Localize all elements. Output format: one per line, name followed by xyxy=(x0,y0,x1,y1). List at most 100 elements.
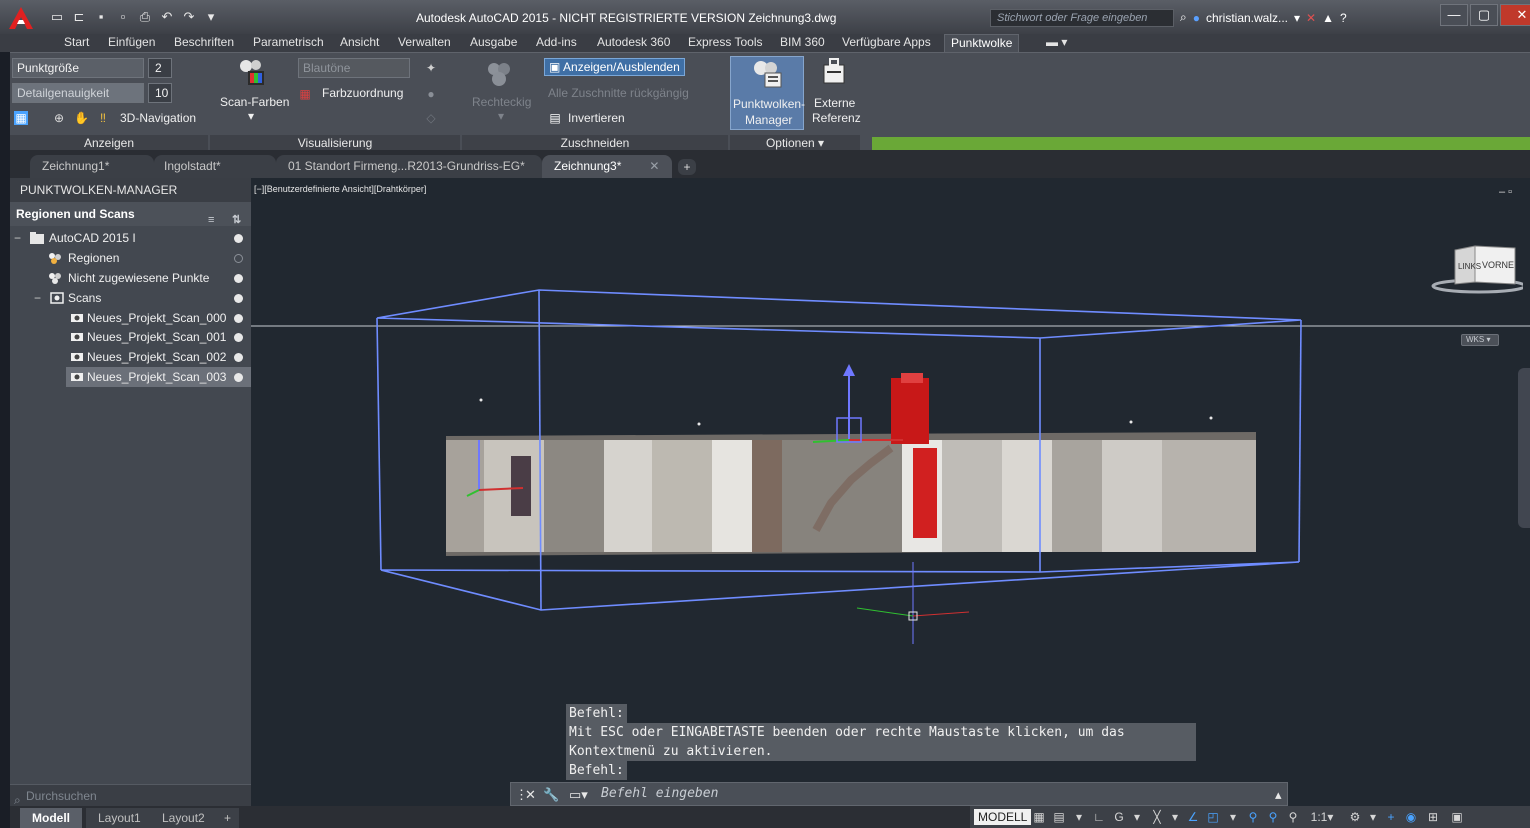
autocad-logo-icon[interactable] xyxy=(8,6,34,30)
doc-tab-zeichnung1[interactable]: Zeichnung1* xyxy=(30,155,154,178)
sphere-icon[interactable]: ● xyxy=(424,87,438,101)
tree-item-unassigned[interactable]: Nicht zugewiesene Punkte xyxy=(10,268,251,288)
visibility-dot-icon[interactable] xyxy=(234,274,243,283)
tree-item-regionen[interactable]: Regionen xyxy=(10,248,251,268)
new-tab-icon[interactable]: + xyxy=(678,159,696,175)
history-expand-icon[interactable]: ▴ xyxy=(1275,787,1282,803)
tab-start[interactable]: Start xyxy=(64,35,89,49)
grid-icon[interactable]: ▦ xyxy=(1032,810,1046,824)
snap-icon[interactable]: ▤ xyxy=(1052,810,1066,824)
open-file-icon[interactable]: ⊏ xyxy=(72,10,86,24)
help-icon[interactable]: ? xyxy=(1340,11,1347,25)
user-dropdown-icon[interactable]: ▾ xyxy=(1294,11,1300,25)
navigation-icon[interactable]: ‼ xyxy=(96,111,110,125)
externe-label-2[interactable]: Referenz xyxy=(812,111,861,125)
anzeigen-ausblenden-button[interactable]: ▣ Anzeigen/Ausblenden xyxy=(544,58,685,76)
redo-icon[interactable]: ↷ xyxy=(182,10,196,24)
polar-icon[interactable]: G xyxy=(1112,810,1126,824)
scan-colors-icon[interactable] xyxy=(236,57,268,87)
layout-tab-layout2[interactable]: Layout2 xyxy=(150,808,217,828)
detail-field[interactable]: 10 xyxy=(148,83,172,103)
tab-beschriften[interactable]: Beschriften xyxy=(174,35,234,49)
farbzuordnung-button[interactable]: Farbzuordnung xyxy=(322,86,403,100)
panel-title-optionen[interactable]: Optionen ▾ xyxy=(730,135,860,151)
tab-parametrisch[interactable]: Parametrisch xyxy=(253,35,324,49)
tab-autodesk-360[interactable]: Autodesk 360 xyxy=(597,35,670,49)
customize-wrench-icon[interactable]: 🔧 xyxy=(543,787,559,803)
close-icon[interactable]: ✕ xyxy=(525,787,536,803)
rechteckig-dropdown-icon[interactable]: ▾ xyxy=(498,109,504,123)
save-icon[interactable]: ▪ xyxy=(94,10,108,24)
tab-add-ins[interactable]: Add-ins xyxy=(536,35,577,49)
new-file-icon[interactable]: ▭ xyxy=(50,10,64,24)
annotation-visibility-icon[interactable]: ⚲ xyxy=(1246,810,1260,824)
tree-item-scan-001[interactable]: Neues_Projekt_Scan_001 xyxy=(10,327,251,347)
print-icon[interactable]: ⎙ xyxy=(138,10,152,24)
command-input-placeholder[interactable]: Befehl eingeben xyxy=(601,786,718,801)
user-name[interactable]: christian.walz... xyxy=(1206,11,1288,25)
save-as-icon[interactable]: ▫ xyxy=(116,10,130,24)
workspace-dropdown-icon[interactable]: ▾ xyxy=(1366,810,1380,824)
tree-item-scan-000[interactable]: Neues_Projekt_Scan_000 xyxy=(10,308,251,328)
close-icon[interactable]: ✕ xyxy=(1500,4,1530,26)
isodraft-icon[interactable]: ╳ xyxy=(1150,810,1164,824)
maximize-icon[interactable]: ▢ xyxy=(1470,4,1498,26)
orbit-icon[interactable]: ⊕ xyxy=(52,111,66,125)
units-plus-icon[interactable]: + xyxy=(1384,810,1398,824)
user-icon[interactable]: ● xyxy=(1193,11,1200,25)
tab-einfuegen[interactable]: Einfügen xyxy=(108,35,155,49)
layout-tab-layout1[interactable]: Layout1 xyxy=(86,808,153,828)
pan-icon[interactable]: ✋ xyxy=(74,111,89,125)
tab-bim-360[interactable]: BIM 360 xyxy=(780,35,825,49)
a360-icon[interactable]: ▲ xyxy=(1322,11,1334,25)
visibility-dot-icon[interactable] xyxy=(234,373,243,382)
help-search-input[interactable]: Stichwort oder Frage eingeben xyxy=(990,9,1174,27)
invertieren-button[interactable]: Invertieren xyxy=(568,111,625,125)
isolate-objects-icon[interactable]: ◉ xyxy=(1404,810,1418,824)
minimize-icon[interactable]: — xyxy=(1440,4,1468,26)
object-snap-tracking-icon[interactable]: ◰ xyxy=(1206,810,1220,824)
collapse-icon[interactable]: − xyxy=(14,228,21,248)
spotlight-icon[interactable]: ◇ xyxy=(424,111,438,125)
tab-punktwolke[interactable]: Punktwolke xyxy=(944,34,1020,52)
tree-item-scans[interactable]: − Scans xyxy=(10,288,251,308)
viewport-restore-icon[interactable]: – ▫ xyxy=(1499,186,1512,198)
tree-item-root[interactable]: − AutoCAD 2015 I xyxy=(10,228,251,248)
color-mapping-icon[interactable]: ▦ xyxy=(298,87,312,101)
navigation-bar[interactable] xyxy=(1518,368,1530,528)
polar-dropdown-icon[interactable]: ▾ xyxy=(1130,810,1144,824)
isodraft-dropdown-icon[interactable]: ▾ xyxy=(1168,810,1182,824)
undo-icon[interactable]: ↶ xyxy=(160,10,174,24)
collapse-icon[interactable]: − xyxy=(34,288,41,308)
invert-icon[interactable]: ▤ xyxy=(548,111,562,125)
viewcube[interactable]: LINKS VORNE xyxy=(1427,242,1523,298)
ribbon-extra-icon[interactable]: ▬ ▾ xyxy=(1046,35,1067,49)
annotation-scale-icon[interactable]: ⚲ xyxy=(1286,810,1300,824)
command-line[interactable]: ⋮ ✕ 🔧 ▭▾ Befehl eingeben ▴ xyxy=(510,782,1288,806)
hardware-acceleration-icon[interactable]: ⊞ xyxy=(1426,810,1440,824)
visibility-dot-icon[interactable] xyxy=(234,314,243,323)
punktwolken-manager-button[interactable]: Punktwolken- Manager xyxy=(730,56,805,130)
scan-farben-button[interactable]: Scan-Farben xyxy=(220,95,289,109)
tab-verfuegbare-apps[interactable]: Verfügbare Apps xyxy=(842,35,931,49)
visibility-dot-icon[interactable] xyxy=(234,234,243,243)
visibility-dot-icon[interactable] xyxy=(234,353,243,362)
tab-ausgabe[interactable]: Ausgabe xyxy=(470,35,517,49)
viewport-controls-label[interactable]: [−][Benutzerdefinierte Ansicht][Drahtkör… xyxy=(254,184,426,194)
layout-tab-modell[interactable]: Modell xyxy=(20,808,82,828)
command-prompt-icon[interactable]: ▭▾ xyxy=(569,787,588,803)
doc-tab-standort[interactable]: 01 Standort Firmeng...R2013-Grundriss-EG… xyxy=(276,155,542,178)
alle-rueckgaengig-button[interactable]: Alle Zuschnitte rückgängig xyxy=(548,86,689,100)
externe-label-1[interactable]: Externe xyxy=(814,96,855,110)
punktgroesse-field[interactable]: 2 xyxy=(148,58,172,78)
tab-express-tools[interactable]: Express Tools xyxy=(688,35,762,49)
object-snap-icon[interactable]: ∠ xyxy=(1186,810,1200,824)
clean-screen-icon[interactable]: ▣ xyxy=(1450,810,1464,824)
rechteckig-button[interactable]: Rechteckig xyxy=(472,95,531,109)
tree-item-scan-003[interactable]: Neues_Projekt_Scan_003 xyxy=(10,367,251,387)
crop-rect-icon[interactable] xyxy=(484,59,516,89)
color-scheme-select[interactable]: Blautöne xyxy=(298,58,410,78)
snap-dropdown-icon[interactable]: ▾ xyxy=(1072,810,1086,824)
scan-farben-dropdown-icon[interactable]: ▾ xyxy=(248,109,254,123)
osnap-dropdown-icon[interactable]: ▾ xyxy=(1226,810,1240,824)
